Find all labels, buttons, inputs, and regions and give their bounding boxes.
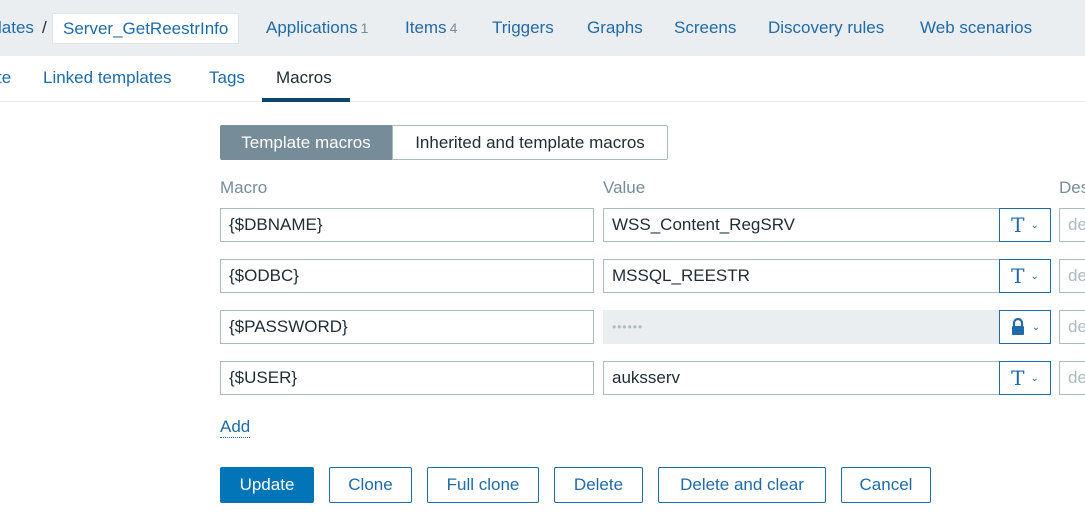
tab-template[interactable]: te — [0, 68, 11, 88]
text-type-icon: T — [1011, 213, 1025, 237]
macro-description-input[interactable]: de — [1059, 259, 1085, 293]
macro-name-input[interactable]: {$ODBC} — [220, 259, 594, 293]
tab-tags[interactable]: Tags — [209, 68, 245, 88]
macro-value-input[interactable]: MSSQL_REESTR — [603, 259, 1000, 293]
add-macro-link[interactable]: Add — [220, 417, 251, 438]
macro-type-dropdown[interactable]: T ⌄ — [999, 361, 1051, 395]
full-clone-button[interactable]: Full clone — [427, 467, 539, 503]
clone-button[interactable]: Clone — [329, 467, 412, 503]
breadcrumb-separator: / — [42, 18, 47, 37]
delete-button[interactable]: Delete — [554, 467, 643, 503]
chevron-down-icon: ⌄ — [1030, 270, 1039, 282]
macro-value-input[interactable]: auksserv — [603, 361, 1000, 395]
macro-name-input[interactable]: {$PASSWORD} — [220, 310, 594, 344]
template-macros-toggle[interactable]: Template macros — [220, 125, 392, 160]
nav-triggers[interactable]: Triggers — [492, 18, 554, 38]
nav-items-label: Items — [405, 18, 447, 37]
macro-column-header: Macro — [220, 178, 268, 197]
nav-applications-count: 1 — [360, 20, 369, 36]
macro-description-input[interactable]: de — [1059, 310, 1085, 344]
macro-type-dropdown[interactable]: T ⌄ — [999, 208, 1051, 242]
chevron-down-icon: ⌄ — [1030, 372, 1039, 384]
nav-graphs[interactable]: Graphs — [587, 18, 643, 38]
macro-value-input[interactable]: WSS_Content_RegSRV — [603, 208, 1000, 242]
delete-and-clear-button[interactable]: Delete and clear — [658, 467, 826, 503]
tab-linked-templates[interactable]: Linked templates — [43, 68, 172, 88]
breadcrumb-current-template[interactable]: Server_GetReestrInfo — [52, 13, 240, 44]
nav-applications[interactable]: Applications 1 — [266, 18, 368, 38]
nav-items-count: 4 — [449, 20, 458, 36]
template-nav-bar: lates / Server_GetReestrInfo Application… — [0, 0, 1085, 56]
tab-macros[interactable]: Macros — [276, 68, 332, 88]
active-tab-indicator — [262, 98, 350, 102]
macro-description-input[interactable]: de — [1059, 208, 1085, 242]
form-tabs: te Linked templates Tags Macros — [0, 56, 1085, 102]
description-column-header: Des — [1059, 178, 1085, 197]
macro-type-dropdown[interactable]: T ⌄ — [999, 259, 1051, 293]
text-type-icon: T — [1011, 264, 1025, 288]
lock-icon — [1011, 318, 1024, 335]
text-type-icon: T — [1011, 366, 1025, 390]
nav-discovery-rules[interactable]: Discovery rules — [768, 18, 884, 38]
nav-screens[interactable]: Screens — [674, 18, 736, 38]
macro-description-input[interactable]: de — [1059, 361, 1085, 395]
cancel-button[interactable]: Cancel — [841, 467, 931, 503]
chevron-down-icon: ⌄ — [1030, 219, 1039, 231]
nav-applications-label: Applications — [266, 18, 358, 37]
inherited-macros-toggle[interactable]: Inherited and template macros — [392, 125, 668, 160]
nav-web-scenarios[interactable]: Web scenarios — [920, 18, 1032, 38]
macro-type-dropdown[interactable]: ⌄ — [999, 310, 1051, 344]
breadcrumb-templates-link[interactable]: lates — [0, 18, 34, 38]
macro-name-input[interactable]: {$USER} — [220, 361, 594, 395]
chevron-down-icon: ⌄ — [1031, 321, 1041, 333]
macro-name-input[interactable]: {$DBNAME} — [220, 208, 594, 242]
value-column-header: Value — [603, 178, 646, 197]
update-button[interactable]: Update — [220, 467, 314, 503]
macro-secret-value-input[interactable]: •••••• — [603, 310, 1000, 344]
nav-items[interactable]: Items 4 — [405, 18, 457, 38]
